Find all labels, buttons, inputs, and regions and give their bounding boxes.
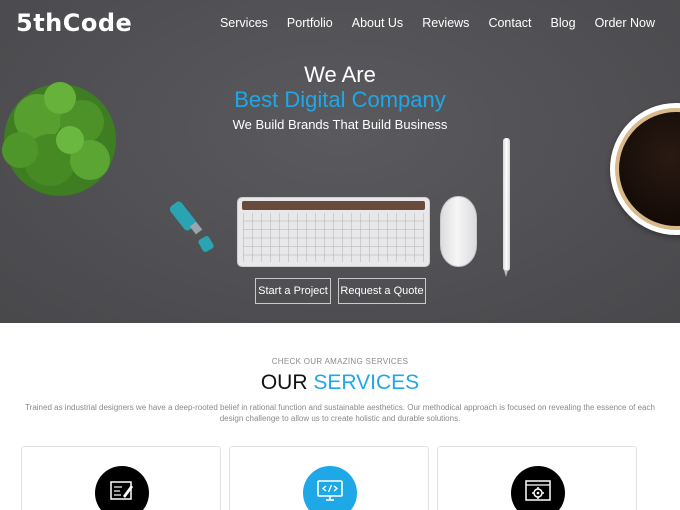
hero-heading-accent: Best Digital Company bbox=[234, 87, 446, 112]
keyboard-solar-strip bbox=[242, 201, 425, 210]
nav-item-order-now[interactable]: Order Now bbox=[595, 16, 655, 30]
service-icon-circle bbox=[511, 466, 565, 510]
design-edit-icon bbox=[110, 481, 133, 500]
hero-heading: We Are bbox=[304, 62, 376, 87]
request-quote-button[interactable]: Request a Quote bbox=[338, 278, 426, 304]
code-monitor-icon bbox=[317, 480, 343, 501]
nav-item-about-us[interactable]: About Us bbox=[352, 16, 403, 30]
brand-logo[interactable]: 5thCode bbox=[16, 9, 132, 37]
usb-drive-image bbox=[170, 201, 214, 252]
nav-item-portfolio[interactable]: Portfolio bbox=[287, 16, 333, 30]
services-kicker: CHECK OUR AMAZING SERVICES bbox=[271, 357, 409, 366]
hero-tagline: We Build Brands That Build Business bbox=[232, 117, 448, 132]
nav-item-services[interactable]: Services bbox=[220, 16, 268, 30]
service-card-settings[interactable] bbox=[437, 446, 637, 510]
services-title-accent: SERVICES bbox=[313, 371, 420, 394]
services-description: Trained as industrial designers we have … bbox=[25, 403, 655, 423]
main-nav: Services Portfolio About Us Reviews Cont… bbox=[201, 16, 655, 30]
keyboard-image bbox=[237, 197, 430, 267]
nav-item-reviews[interactable]: Reviews bbox=[422, 16, 469, 30]
service-card-development[interactable] bbox=[229, 446, 429, 510]
service-icon-circle bbox=[303, 466, 357, 510]
keyboard-keys bbox=[243, 213, 424, 262]
nav-item-blog[interactable]: Blog bbox=[551, 16, 576, 30]
start-project-button[interactable]: Start a Project bbox=[255, 278, 331, 304]
services-title-plain: OUR bbox=[260, 371, 308, 394]
service-card-design[interactable] bbox=[21, 446, 221, 510]
service-icon-circle bbox=[95, 466, 149, 510]
nav-item-contact[interactable]: Contact bbox=[488, 16, 531, 30]
hero-section: 5thCode Services Portfolio About Us Revi… bbox=[0, 0, 680, 323]
stylus-image bbox=[503, 138, 510, 277]
mouse-image bbox=[440, 196, 477, 267]
services-title: OUR SERVICES bbox=[0, 371, 680, 395]
settings-gear-icon bbox=[525, 480, 551, 501]
